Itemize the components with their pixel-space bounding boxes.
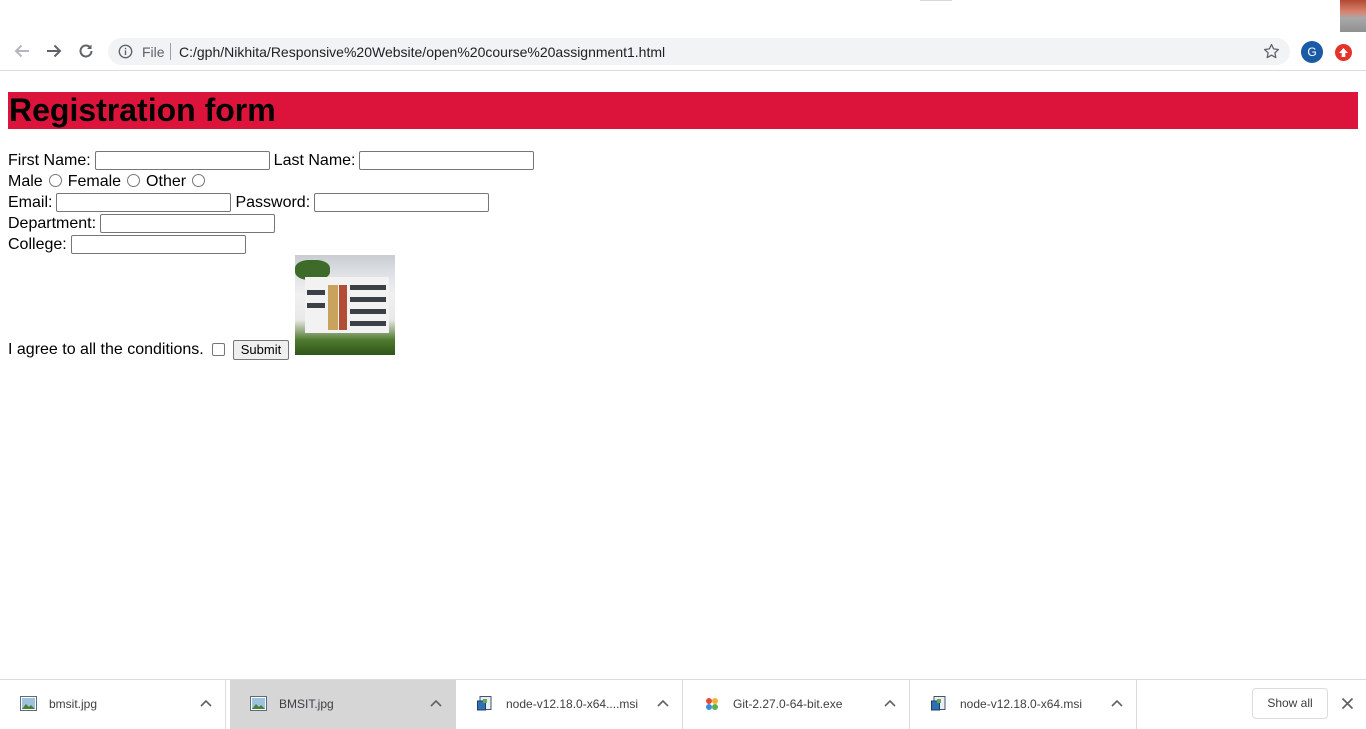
- chevron-up-icon[interactable]: [200, 699, 212, 707]
- window-corner-thumbnail[interactable]: [1340, 0, 1366, 33]
- image-file-icon: [250, 696, 267, 711]
- download-filename: bmsit.jpg: [49, 697, 98, 711]
- show-all-button[interactable]: Show all: [1252, 688, 1328, 719]
- gender-female-radio[interactable]: [127, 174, 141, 187]
- star-icon[interactable]: [1263, 43, 1280, 60]
- photo-window-row: [307, 290, 325, 295]
- photo-window-row: [350, 309, 386, 314]
- photo-accent: [328, 285, 338, 330]
- url-text[interactable]: C:/gph/Nikhita/Responsive%20Website/open…: [179, 44, 665, 60]
- page-header-bar: Registration form: [8, 92, 1358, 129]
- info-icon[interactable]: [118, 44, 133, 59]
- photo-window-row: [307, 303, 325, 308]
- download-item[interactable]: node-v12.18.0-x64....msi: [457, 680, 683, 729]
- window-title-strip: [0, 0, 1366, 33]
- submit-button[interactable]: Submit: [233, 340, 289, 360]
- download-filename: BMSIT.jpg: [279, 697, 334, 711]
- address-divider: [170, 43, 171, 60]
- chevron-up-icon[interactable]: [884, 699, 896, 707]
- agree-row: I agree to all the conditions. Submit: [8, 255, 538, 360]
- gender-row: Male Female Other: [8, 171, 538, 192]
- department-input[interactable]: [100, 214, 276, 233]
- download-shelf: bmsit.jpg BMSIT.jpg node-v12.18.0-x64...…: [0, 679, 1366, 729]
- password-label: Password:: [235, 194, 311, 211]
- college-building-image: [295, 255, 395, 355]
- close-icon[interactable]: [1341, 697, 1354, 710]
- credentials-row: Email: Password:: [8, 192, 538, 213]
- first-name-input[interactable]: [94, 151, 270, 170]
- installer-file-icon: [477, 696, 492, 711]
- reload-icon[interactable]: [76, 41, 96, 61]
- download-item[interactable]: bmsit.jpg: [0, 680, 226, 729]
- forward-arrow-icon[interactable]: [44, 41, 64, 61]
- profile-avatar[interactable]: G: [1301, 41, 1323, 63]
- download-filename: node-v12.18.0-x64.msi: [960, 697, 1083, 711]
- department-label: Department:: [8, 215, 97, 232]
- college-row: College:: [8, 234, 538, 255]
- browser-toolbar: File C:/gph/Nikhita/Responsive%20Website…: [0, 32, 1366, 71]
- scheme-label: File: [142, 44, 165, 60]
- password-field[interactable]: [314, 193, 490, 212]
- photo-window-row: [350, 297, 386, 302]
- image-file-icon: [20, 696, 37, 711]
- download-filename: Git-2.27.0-64-bit.exe: [733, 697, 843, 711]
- last-name-label: Last Name:: [273, 152, 356, 169]
- address-bar[interactable]: File C:/gph/Nikhita/Responsive%20Website…: [108, 38, 1290, 65]
- page-title: Registration form: [9, 92, 276, 128]
- back-arrow-icon[interactable]: [12, 41, 32, 61]
- download-filename: node-v12.18.0-x64....msi: [506, 697, 639, 711]
- gender-male-radio[interactable]: [48, 174, 62, 187]
- download-item[interactable]: Git-2.27.0-64-bit.exe: [684, 680, 910, 729]
- name-row: First Name: Last Name:: [8, 150, 538, 171]
- photo-accent: [339, 285, 347, 330]
- photo-window-row: [350, 285, 386, 290]
- chevron-up-icon[interactable]: [1111, 699, 1123, 707]
- email-field[interactable]: [56, 193, 232, 212]
- installer-file-icon: [931, 696, 946, 711]
- registration-form: First Name: Last Name: Male Female Other Em…: [8, 150, 538, 360]
- chevron-up-icon[interactable]: [657, 699, 669, 707]
- extension-icon[interactable]: [1335, 44, 1352, 61]
- email-label: Email:: [8, 194, 53, 211]
- photo-window-row: [350, 321, 386, 326]
- git-installer-icon: [706, 698, 718, 710]
- first-name-label: First Name:: [8, 152, 91, 169]
- department-row: Department:: [8, 213, 538, 234]
- gender-female-label: Female: [67, 173, 122, 190]
- gender-other-radio[interactable]: [192, 174, 206, 187]
- chevron-up-icon[interactable]: [430, 699, 442, 707]
- college-label: College:: [8, 236, 67, 253]
- college-input[interactable]: [70, 235, 246, 254]
- tab-strip-notch: [920, 0, 952, 1]
- gender-other-label: Other: [146, 173, 187, 190]
- download-item[interactable]: BMSIT.jpg: [230, 680, 456, 729]
- gender-male-label: Male: [8, 173, 43, 190]
- agree-checkbox[interactable]: [212, 343, 225, 356]
- download-item[interactable]: node-v12.18.0-x64.msi: [911, 680, 1137, 729]
- last-name-input[interactable]: [359, 151, 535, 170]
- agree-label: I agree to all the conditions.: [8, 341, 204, 358]
